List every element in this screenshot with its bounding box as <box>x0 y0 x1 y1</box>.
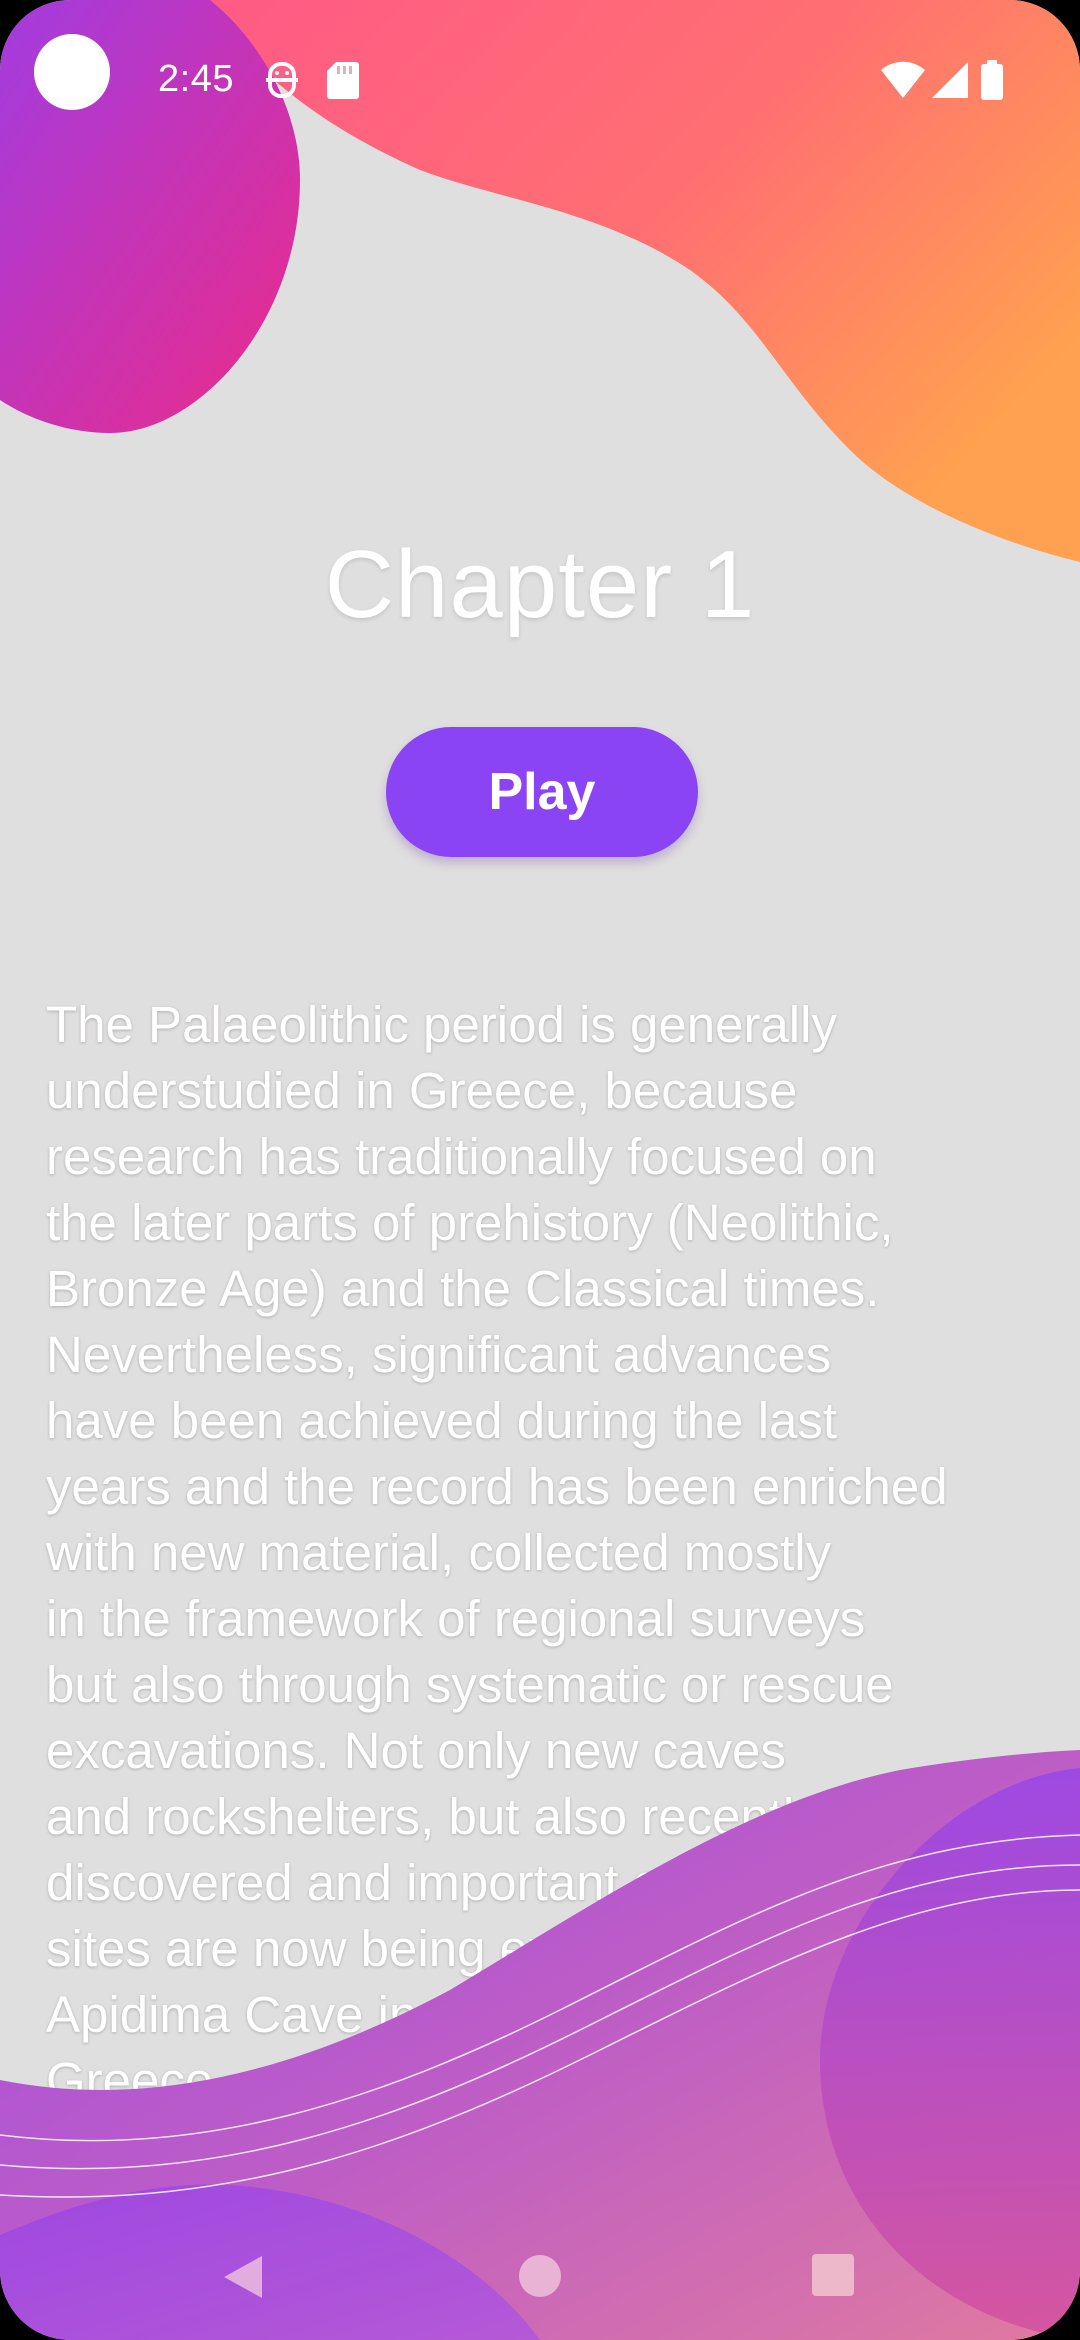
back-icon[interactable] <box>218 2252 268 2302</box>
wifi-icon <box>881 61 925 98</box>
sd-card-icon <box>327 62 359 99</box>
play-button[interactable]: Play <box>386 727 698 857</box>
home-icon[interactable] <box>516 2252 564 2300</box>
battery-icon <box>981 60 1003 100</box>
battery-saver-icon <box>266 62 298 98</box>
navigation-bar <box>0 2200 1080 2340</box>
status-time: 2:45 <box>158 58 234 100</box>
recents-icon[interactable] <box>810 2252 856 2298</box>
app-screen: 2:45 Chapter 1 Play The Palaeolithic per… <box>0 0 1080 2340</box>
chapter-title: Chapter 1 <box>324 531 756 638</box>
signal-icon <box>932 62 968 98</box>
camera-cutout <box>34 34 110 110</box>
status-bar: 2:45 <box>0 0 1080 160</box>
